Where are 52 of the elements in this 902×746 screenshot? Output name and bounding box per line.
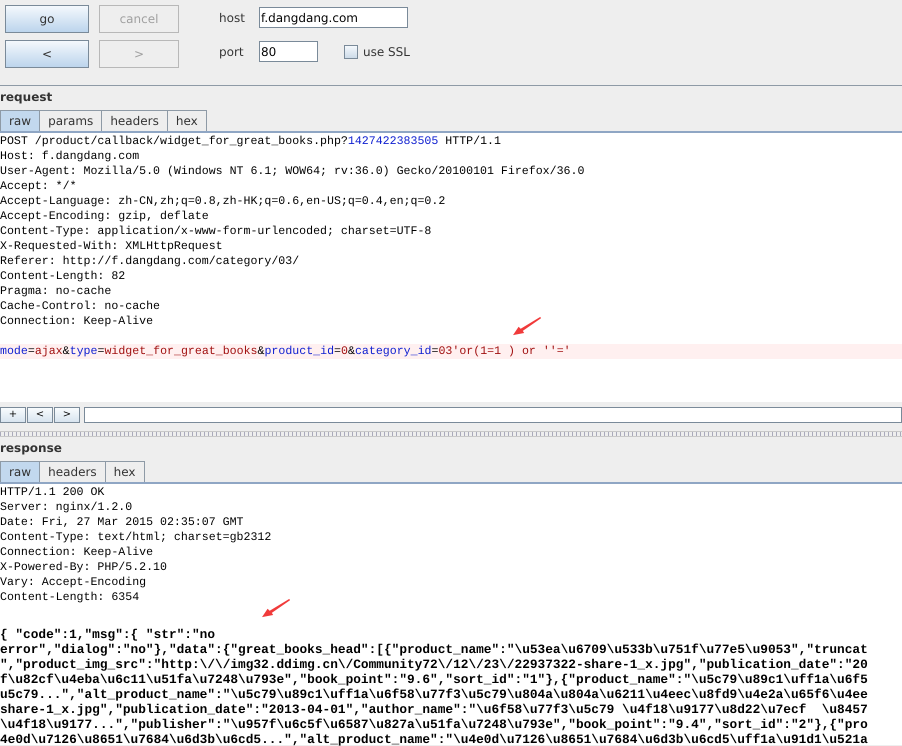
code-line: ","product_img_src":"http:\/\/img32.ddimg.cn\/Community72\/12\/23\/22937322-share-1_x.jpg","publication_date":"20 xyxy=(0,657,868,672)
arrow-icon xyxy=(513,316,541,336)
checkbox[interactable] xyxy=(344,44,358,58)
search-field[interactable] xyxy=(84,406,902,422)
text-area[interactable] xyxy=(0,133,902,402)
port-field[interactable]: 80 xyxy=(259,41,318,62)
code-line: X-Powered-By: PHP/5.2.10 xyxy=(0,560,167,575)
code-line: Pragma: no-cache xyxy=(0,284,112,299)
host-label: host xyxy=(219,10,246,24)
code-line: Date: Fri, 27 Mar 2015 02:35:07 GMT xyxy=(0,515,244,530)
checkbox-label: use SSL xyxy=(363,44,410,58)
code-line: Connection: Keep-Alive xyxy=(0,314,154,329)
code-line: Referer: http://f.dangdang.com/category/03/ xyxy=(0,254,300,269)
tab[interactable]: raw xyxy=(0,461,40,482)
code-line: Vary: Accept-Encoding xyxy=(0,575,146,590)
code-line: Cache-Control: no-cache xyxy=(0,299,160,314)
code-line: Server: nginx/1.2.0 xyxy=(0,500,132,515)
nav-button[interactable]: + xyxy=(0,406,26,422)
code-line: { "code":1,"msg":{ "str":"no xyxy=(0,627,216,642)
code-line: Connection: Keep-Alive xyxy=(0,545,154,560)
tab[interactable]: hex xyxy=(166,110,207,131)
code-line: Content-Type: text/html; charset=gb2312 xyxy=(0,530,272,545)
code-line: POST /product/callback/widget_for_great_books.php?1427422383505 HTTP/1.1 xyxy=(0,134,501,149)
code-line: error","dialog":"no"},"data":{"great_books_head":[{"product_name":"\u53ea\u6709\u533b\u751f\u77e5\u9053","truncat xyxy=(0,642,868,657)
code-line: HTTP/1.1 200 OK xyxy=(0,485,104,500)
section-title: request xyxy=(0,89,54,106)
code-line: u5c79...","alt_product_name":"\u5c79\u89c1\uff1a\u6f58\u77f3\u5c79\u804a\u804a\u6211\u4eec\u8fd9\u4e2a\u65f6\u4ee xyxy=(0,687,868,702)
tab[interactable]: hex xyxy=(104,461,145,482)
arrow-icon xyxy=(262,598,290,618)
code-line: Host: f.dangdang.com xyxy=(0,149,140,164)
code-line: f\u82cf\u4eba\u6c11\u51fa\u7248\u793e","book_point":"9.6","sort_id":"1"},{"product_name":"\u5c79\u89c1\uff1a\u6f5 xyxy=(0,672,868,687)
splitter-handle[interactable] xyxy=(0,431,902,437)
nav-button[interactable]: < xyxy=(27,406,53,422)
section-title: response xyxy=(0,440,63,457)
code-line: Accept-Encoding: gzip, deflate xyxy=(0,209,209,224)
code-line: Content-Type: application/x-www-form-urlencoded; charset=UTF-8 xyxy=(0,224,432,239)
code-line: share-1_x.jpg","publication_date":"2013-04-01","author_name":"\u6f58\u77f3\u5c79 \u4f18\u9177\u8d22\u7ecf \u8457 xyxy=(0,702,868,717)
code-line: Content-Length: 82 xyxy=(0,269,126,284)
button[interactable]: < xyxy=(5,40,89,68)
port-label: port xyxy=(219,44,245,58)
code-line: User-Agent: Mozilla/5.0 (Windows NT 6.1; WOW64; rv:36.0) Gecko/20100101 Firefox/36.0 xyxy=(0,164,584,179)
host-field[interactable]: f.dangdang.com xyxy=(259,7,408,28)
code-line: \u4f18\u9177...","publisher":"\u957f\u6c5f\u6587\u827a\u51fa\u7248\u793e","book_point":"9.4","sort_id":"2"},{"pro xyxy=(0,717,868,732)
text-area[interactable] xyxy=(0,484,902,745)
code-line: Accept-Language: zh-CN,zh;q=0.8,zh-HK;q=0.6,en-US;q=0.4,en;q=0.2 xyxy=(0,194,446,209)
tab[interactable]: raw xyxy=(0,110,40,131)
code-line: 4e0d\u7126\u8651\u7684\u6d3b\u6cd5...","alt_product_name":"\u4e0d\u7126\u8651\u7684\u6d3b\u6cd5\uff1a\u91d1\u521a xyxy=(0,732,868,746)
code-line: Accept: */* xyxy=(0,179,77,194)
code-line: Content-Length: 6354 xyxy=(0,590,140,605)
button[interactable]: go xyxy=(5,5,89,33)
nav-button[interactable]: > xyxy=(54,406,80,422)
code-line: X-Requested-With: XMLHttpRequest xyxy=(0,239,223,254)
